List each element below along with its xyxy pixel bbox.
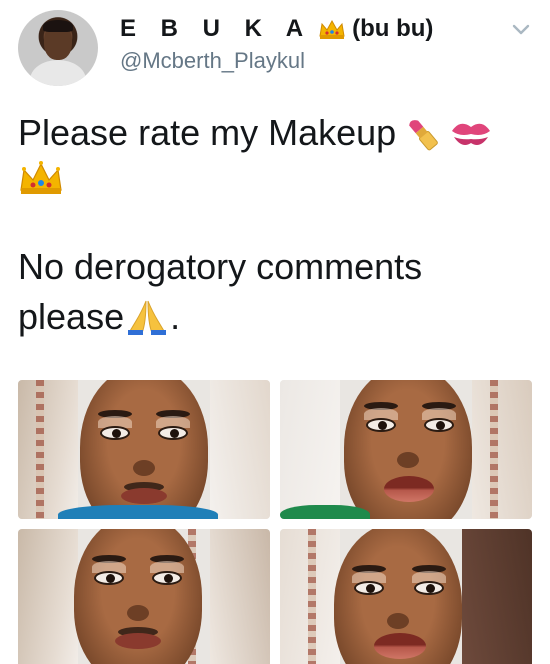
photo-3[interactable] [18,529,270,664]
photo-background [210,380,270,519]
author-names: E B U K A (bu bu) @Mcberth_Playkul [120,12,433,74]
shirt [280,505,370,519]
folded-hands-emoji [128,300,167,335]
eye [414,581,444,595]
eye [354,581,384,595]
photo-2[interactable] [280,380,532,519]
lipstick-emoji [409,120,439,151]
tweet-line-4-text: please [18,296,125,337]
curtain [36,380,44,519]
photo-4[interactable] [280,529,532,664]
lips [121,488,167,504]
nose [133,460,155,476]
nose [127,605,149,621]
photo-background [18,380,78,519]
lips [115,633,161,649]
curtain [308,529,316,664]
crown-emoji [319,19,345,39]
nose [397,452,419,468]
kiss-mark-emoji [452,123,491,145]
tweet-line-2 [18,158,532,198]
eye [100,426,130,440]
eye [158,426,188,440]
eye [152,571,182,585]
photo-background [462,529,532,664]
tweet-line-3: No derogatory comments [18,242,532,292]
tweet-header: E B U K A (bu bu) @Mcberth_Playkul [18,10,532,86]
tweet-text: Please rate my Makeup No derogatory comm… [18,108,532,342]
photo-background [280,380,340,519]
display-name[interactable]: E B U K A (bu bu) [120,12,433,46]
tweet-line-3-text: No derogatory comments [18,246,423,287]
eye [94,571,124,585]
tweet-line-4: please . [18,292,532,342]
avatar[interactable] [18,10,98,86]
tweet-line-4-tail: . [170,296,181,337]
lips [384,476,434,502]
photo-1[interactable] [18,380,270,519]
photo-background [18,529,78,664]
eye [424,418,454,432]
display-name-text: E B U K A [120,15,313,42]
shirt [58,505,218,519]
tweet-line-1-text: Please rate my Makeup [18,112,397,153]
curtain [490,380,498,519]
media-grid [18,380,532,664]
author-handle[interactable]: @Mcberth_Playkul [120,48,433,74]
display-name-suffix: (bu bu) [352,15,434,42]
nose [387,613,409,629]
avatar-hair [43,20,73,32]
eye [366,418,396,432]
lips [374,633,426,659]
tweet-line-1: Please rate my Makeup [18,108,532,158]
avatar-shirt [30,60,86,86]
crown-emoji [20,161,62,194]
photo-background [472,380,532,519]
chevron-down-icon[interactable] [510,18,532,40]
photo-background [210,529,270,664]
